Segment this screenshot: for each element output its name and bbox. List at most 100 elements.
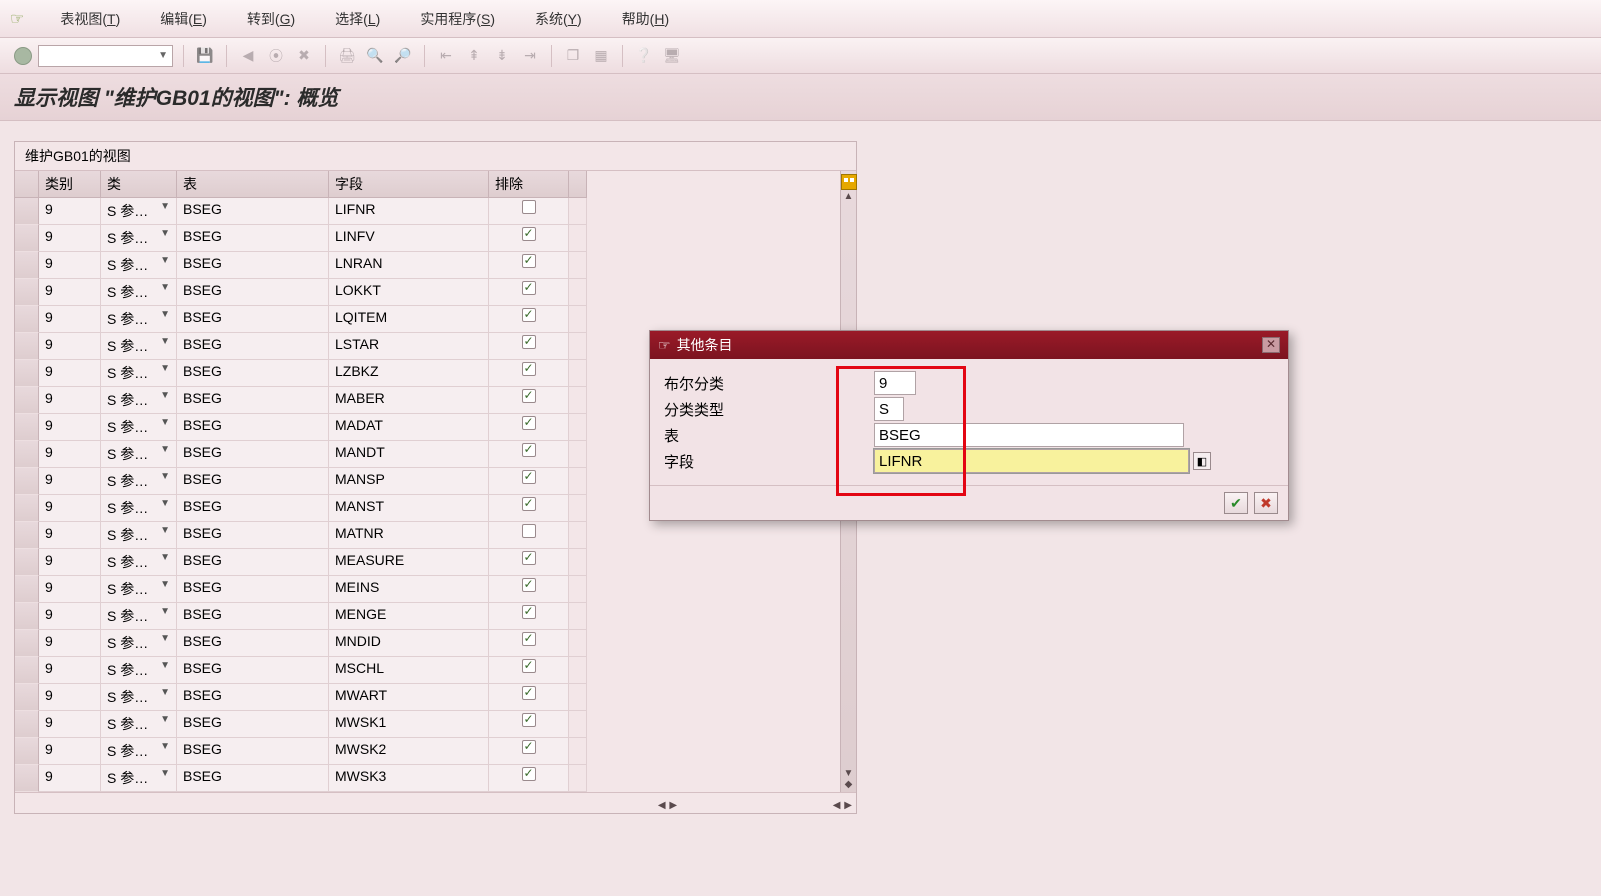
scroll-up-icon[interactable]: ▲ xyxy=(844,191,854,202)
menu-item-0[interactable]: 表视图(T) xyxy=(54,5,126,33)
f4-help-button[interactable]: ◧ xyxy=(1193,452,1211,470)
checkbox[interactable] xyxy=(522,524,536,538)
cell-exclude[interactable] xyxy=(489,441,569,468)
last-page-icon[interactable]: ⇥ xyxy=(519,45,541,67)
cell-field[interactable]: LNRAN xyxy=(329,252,489,279)
cell-field[interactable]: LZBKZ xyxy=(329,360,489,387)
dialog-titlebar[interactable]: ☞ 其他条目 ✕ xyxy=(650,331,1288,359)
cell-exclude[interactable] xyxy=(489,765,569,792)
cell-exclude[interactable] xyxy=(489,414,569,441)
scroll-left-icon[interactable]: ◀ xyxy=(658,800,666,811)
row-selector[interactable] xyxy=(15,441,39,468)
cell-category[interactable]: 9 xyxy=(39,198,101,225)
row-selector[interactable] xyxy=(15,630,39,657)
exit-icon[interactable]: ⦿ xyxy=(265,45,287,67)
menu-item-3[interactable]: 选择(L) xyxy=(329,5,386,33)
cell-table[interactable]: BSEG xyxy=(177,684,329,711)
checkbox[interactable] xyxy=(522,308,536,322)
print-icon[interactable]: 🖨 xyxy=(336,45,358,67)
cell-table[interactable]: BSEG xyxy=(177,225,329,252)
cell-category[interactable]: 9 xyxy=(39,441,101,468)
menu-item-6[interactable]: 帮助(H) xyxy=(616,5,675,33)
cell-table[interactable]: BSEG xyxy=(177,333,329,360)
cell-category[interactable]: 9 xyxy=(39,576,101,603)
menu-item-1[interactable]: 编辑(E) xyxy=(154,5,213,33)
horizontal-scrollbar[interactable]: ◀ ▶ ◀ ▶ xyxy=(15,792,856,813)
cell-field[interactable]: LQITEM xyxy=(329,306,489,333)
checkbox[interactable] xyxy=(522,470,536,484)
checkbox[interactable] xyxy=(522,281,536,295)
row-selector[interactable] xyxy=(15,360,39,387)
checkbox[interactable] xyxy=(522,200,536,214)
checkbox[interactable] xyxy=(522,713,536,727)
cell-category[interactable]: 9 xyxy=(39,306,101,333)
cell-exclude[interactable] xyxy=(489,279,569,306)
cell-field[interactable]: MEINS xyxy=(329,576,489,603)
row-selector[interactable] xyxy=(15,738,39,765)
cell-field[interactable]: LIFNR xyxy=(329,198,489,225)
row-selector[interactable] xyxy=(15,279,39,306)
cell-exclude[interactable] xyxy=(489,306,569,333)
row-selector[interactable] xyxy=(15,225,39,252)
cell-table[interactable]: BSEG xyxy=(177,738,329,765)
row-selector[interactable] xyxy=(15,333,39,360)
cell-exclude[interactable] xyxy=(489,387,569,414)
cell-class[interactable]: S 参…▼ xyxy=(101,441,177,468)
cell-table[interactable]: BSEG xyxy=(177,630,329,657)
cell-exclude[interactable] xyxy=(489,252,569,279)
checkbox[interactable] xyxy=(522,686,536,700)
table-config-icon[interactable] xyxy=(840,173,858,191)
cell-class[interactable]: S 参…▼ xyxy=(101,576,177,603)
cell-exclude[interactable] xyxy=(489,738,569,765)
cell-table[interactable]: BSEG xyxy=(177,360,329,387)
cell-field[interactable]: MANST xyxy=(329,495,489,522)
column-header[interactable]: 类别 xyxy=(39,171,101,198)
cell-class[interactable]: S 参…▼ xyxy=(101,522,177,549)
column-header[interactable]: 字段 xyxy=(329,171,489,198)
cell-table[interactable]: BSEG xyxy=(177,198,329,225)
cell-exclude[interactable] xyxy=(489,684,569,711)
cell-field[interactable]: LINFV xyxy=(329,225,489,252)
cell-table[interactable]: BSEG xyxy=(177,522,329,549)
field-input[interactable] xyxy=(874,449,1189,473)
find-icon[interactable]: 🔍 xyxy=(364,45,386,67)
cell-table[interactable]: BSEG xyxy=(177,306,329,333)
class-type-input[interactable] xyxy=(874,397,904,421)
checkbox[interactable] xyxy=(522,740,536,754)
cell-table[interactable]: BSEG xyxy=(177,576,329,603)
cell-class[interactable]: S 参…▼ xyxy=(101,252,177,279)
save-icon[interactable]: 💾 xyxy=(194,45,216,67)
find-next-icon[interactable]: 🔎 xyxy=(392,45,414,67)
checkbox[interactable] xyxy=(522,659,536,673)
cell-table[interactable]: BSEG xyxy=(177,252,329,279)
cell-exclude[interactable] xyxy=(489,549,569,576)
cell-field[interactable]: LOKKT xyxy=(329,279,489,306)
cell-exclude[interactable] xyxy=(489,576,569,603)
cell-exclude[interactable] xyxy=(489,198,569,225)
scroll-left-icon[interactable]: ◀ xyxy=(833,800,841,811)
cell-category[interactable]: 9 xyxy=(39,225,101,252)
cell-category[interactable]: 9 xyxy=(39,252,101,279)
row-selector[interactable] xyxy=(15,198,39,225)
help-icon[interactable]: ❔ xyxy=(633,45,655,67)
cell-field[interactable]: MADAT xyxy=(329,414,489,441)
cell-category[interactable]: 9 xyxy=(39,765,101,792)
row-selector[interactable] xyxy=(15,684,39,711)
column-header[interactable]: 表 xyxy=(177,171,329,198)
checkbox[interactable] xyxy=(522,551,536,565)
table-input[interactable] xyxy=(874,423,1184,447)
cell-class[interactable]: S 参…▼ xyxy=(101,414,177,441)
cell-category[interactable]: 9 xyxy=(39,414,101,441)
row-selector[interactable] xyxy=(15,765,39,792)
cell-category[interactable]: 9 xyxy=(39,387,101,414)
column-header[interactable]: 排除 xyxy=(489,171,569,198)
cell-field[interactable]: MWSK2 xyxy=(329,738,489,765)
menu-item-2[interactable]: 转到(G) xyxy=(241,5,301,33)
next-page-icon[interactable]: ⇟ xyxy=(491,45,513,67)
cell-category[interactable]: 9 xyxy=(39,738,101,765)
row-selector[interactable] xyxy=(15,549,39,576)
row-selector[interactable] xyxy=(15,576,39,603)
cell-exclude[interactable] xyxy=(489,657,569,684)
cell-exclude[interactable] xyxy=(489,360,569,387)
menu-item-5[interactable]: 系统(Y) xyxy=(529,5,588,33)
